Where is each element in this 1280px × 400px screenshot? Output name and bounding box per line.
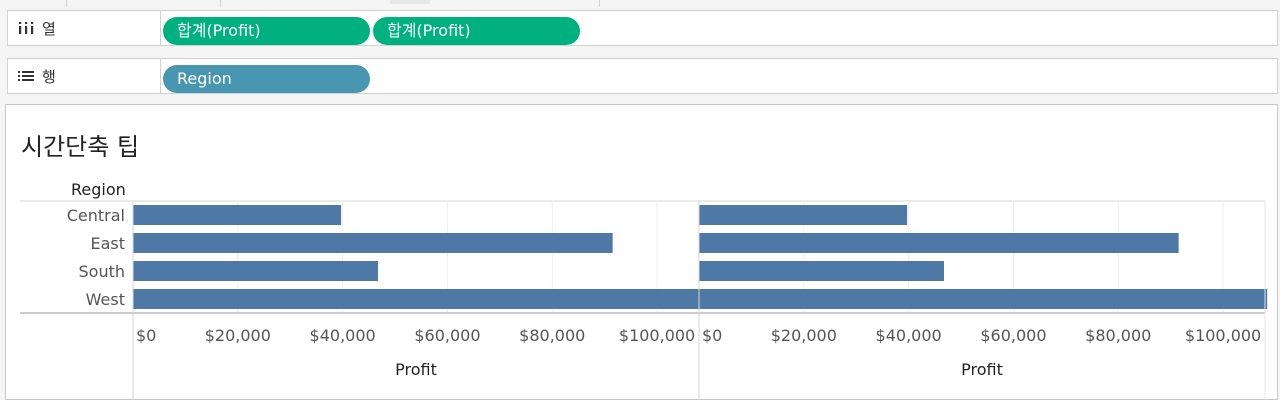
rows-shelf[interactable]: 행 Region (7, 58, 1278, 94)
bar-chart: Region Central East South West $0 $20,000 $40,0… (20, 180, 1268, 399)
bar-central (133, 205, 342, 225)
x-axis-title: Profit (961, 360, 1003, 379)
x-tick-label: $0 (136, 326, 156, 345)
columns-shelf-label: 열 (42, 19, 56, 38)
x-tick-label: $80,000 (1085, 326, 1151, 345)
x-tick-label: $0 (702, 326, 722, 345)
row-header: Region (71, 180, 126, 199)
bar-south (699, 261, 944, 281)
bar-central (699, 205, 908, 225)
rows-shelf-label: 행 (42, 67, 56, 86)
columns-shelf[interactable]: 열 합계(Profit) 합계(Profit) (7, 10, 1278, 46)
x-tick-label: $60,000 (414, 326, 480, 345)
viz-area: 시간단축 팁 Region Central East South West $0 $20,0… (5, 104, 1278, 400)
rows-icon (16, 69, 36, 83)
toolbar-divider (599, 0, 600, 7)
columns-pill-profit-2[interactable]: 합계(Profit) (373, 17, 580, 45)
x-tick-label: $60,000 (980, 326, 1046, 345)
top-toolbar-strip (0, 0, 1280, 8)
bar-east (699, 233, 1179, 253)
bar-east (133, 233, 613, 253)
x-axis-title: Profit (395, 360, 437, 379)
bar-west (133, 289, 702, 309)
x-tick-label: $20,000 (771, 326, 837, 345)
category-label: West (86, 290, 125, 309)
rows-pill-region[interactable]: Region (163, 65, 370, 93)
columns-icon (16, 21, 36, 35)
rows-shelf-label-area: 행 (8, 59, 161, 93)
category-label: Central (67, 206, 125, 225)
x-tick-label: $100,000 (619, 326, 695, 345)
category-label: South (79, 262, 126, 281)
bar-west (699, 289, 1268, 309)
x-tick-label: $20,000 (205, 326, 271, 345)
columns-pill-profit-1[interactable]: 합계(Profit) (163, 17, 370, 45)
bar-south (133, 261, 378, 281)
toolbar-divider (220, 0, 221, 7)
x-tick-label: $40,000 (310, 326, 376, 345)
x-tick-label: $80,000 (519, 326, 585, 345)
x-tick-label: $100,000 (1185, 326, 1261, 345)
category-label: East (90, 234, 125, 253)
x-tick-label: $40,000 (876, 326, 942, 345)
columns-shelf-label-area: 열 (8, 11, 161, 45)
toolbar-divider (66, 0, 67, 7)
toolbar-tab[interactable] (390, 0, 430, 4)
